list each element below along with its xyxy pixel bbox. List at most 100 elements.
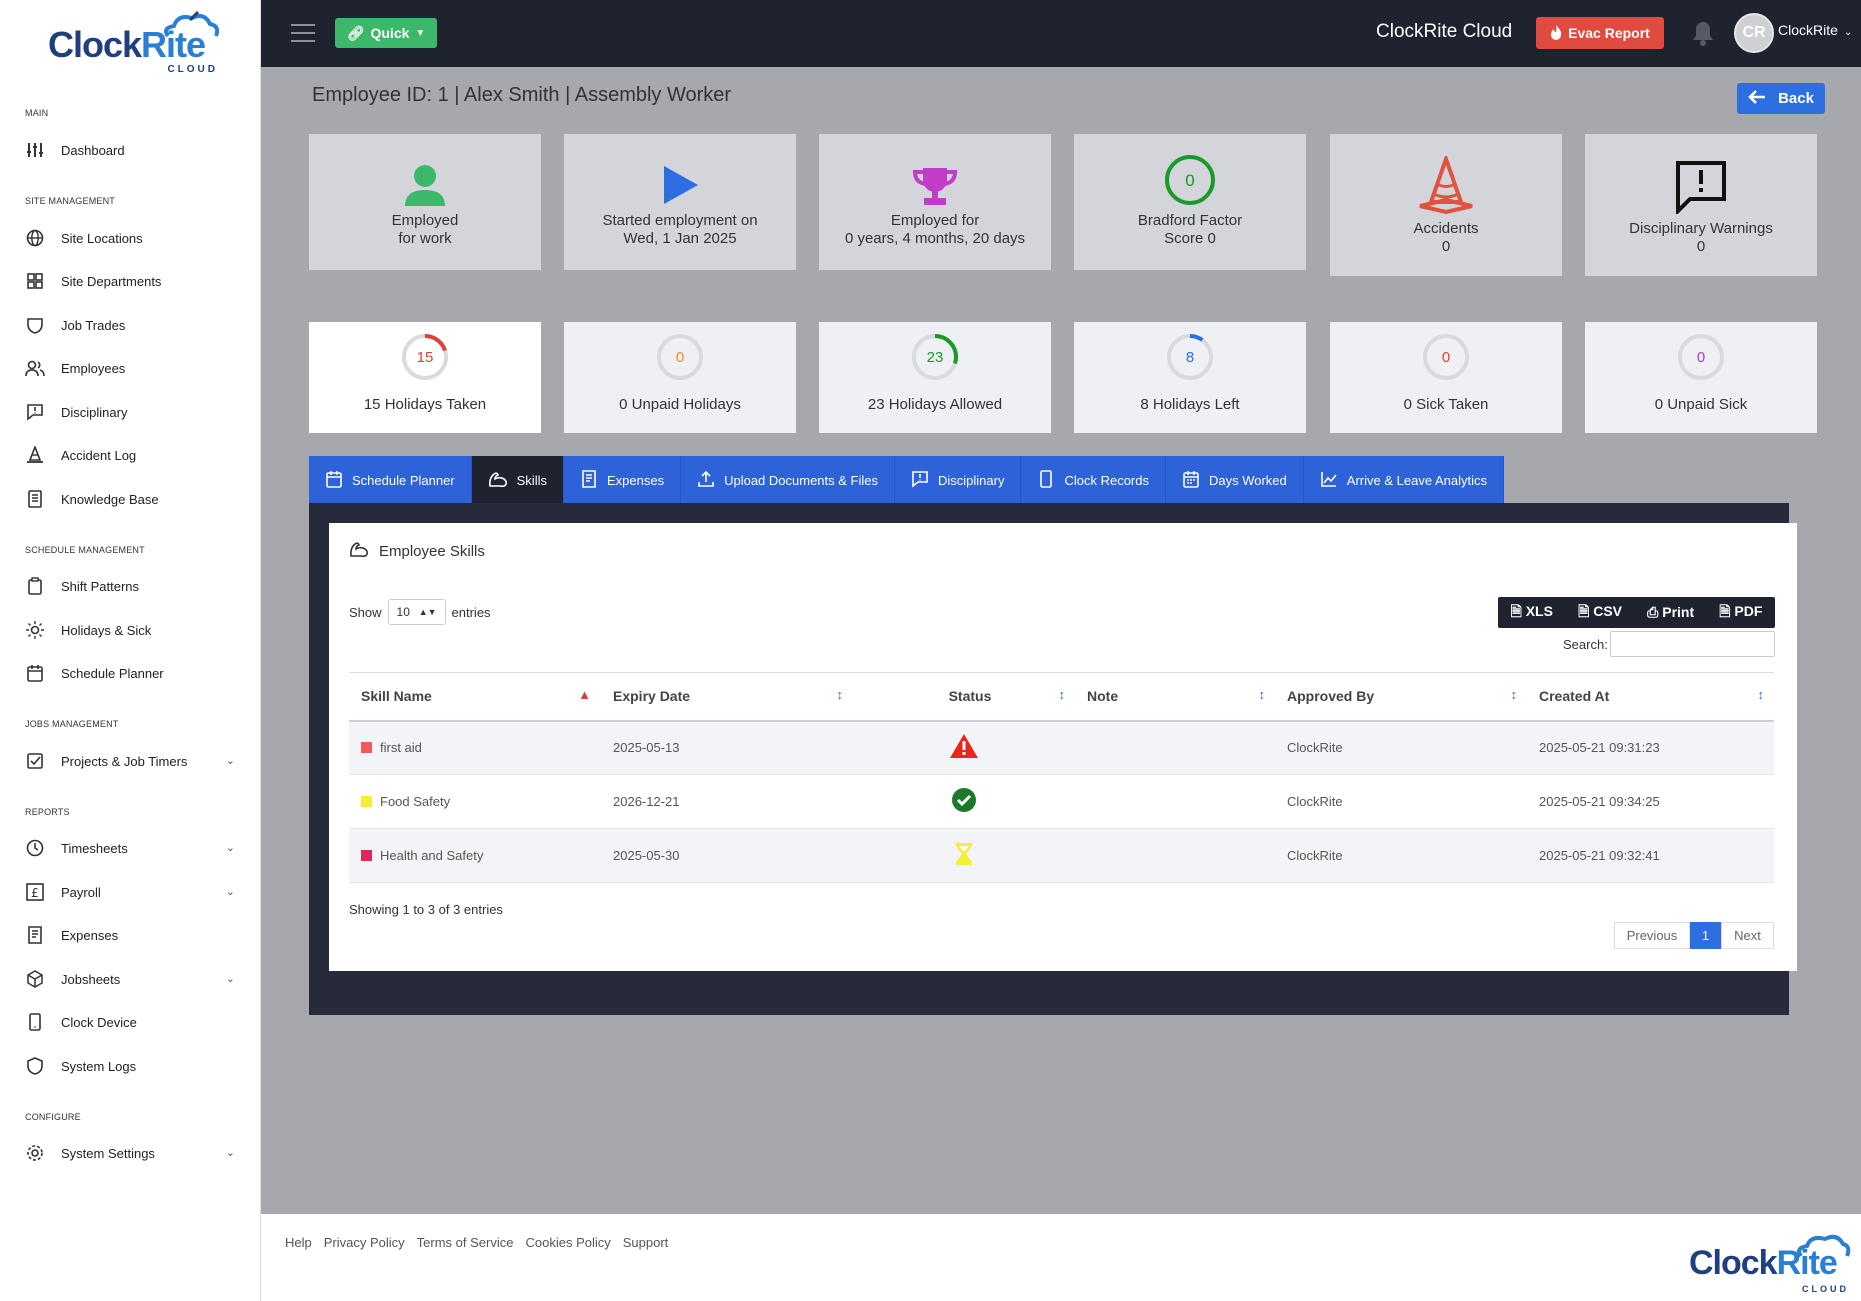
sidebar-item-jobsheets[interactable]: Jobsheets ⌄ bbox=[25, 964, 241, 994]
sort-icon: ↕ bbox=[836, 687, 844, 702]
sidebar-item-projects-job-timers[interactable]: Projects & Job Timers ⌄ bbox=[25, 746, 241, 776]
back-button[interactable]: Back bbox=[1737, 83, 1825, 114]
chevron-down-icon[interactable]: ⌄ bbox=[226, 972, 235, 985]
export-csv-button[interactable]: 🗎︎ CSV bbox=[1578, 601, 1622, 625]
evac-report-button[interactable]: Evac Report bbox=[1536, 17, 1664, 49]
table-row[interactable]: first aid 2025-05-13 ClockRite 2025-05-2… bbox=[349, 720, 1774, 775]
user-menu[interactable]: ClockRite ⌄ bbox=[1778, 22, 1852, 38]
sidebar-item-system-settings[interactable]: System Settings ⌄ bbox=[25, 1138, 241, 1168]
sidebar-item-expenses[interactable]: Expenses bbox=[25, 920, 241, 950]
section-main: MAIN bbox=[25, 108, 49, 118]
app-logo[interactable]: ClockRite CLOUD bbox=[48, 10, 220, 75]
menu-toggle-icon[interactable] bbox=[291, 24, 315, 48]
cone-icon bbox=[25, 445, 45, 465]
col-expiry-date[interactable]: Expiry Date ↕ bbox=[601, 672, 853, 722]
upload-icon bbox=[697, 470, 715, 491]
search-label: Search: bbox=[1563, 637, 1608, 652]
sidebar-item-payroll[interactable]: £ Payroll ⌄ bbox=[25, 877, 241, 907]
sidebar-item-site-departments[interactable]: Site Departments bbox=[25, 266, 241, 296]
sidebar-item-dashboard[interactable]: Dashboard bbox=[25, 135, 241, 165]
export-xls-button[interactable]: 🗎︎ XLS bbox=[1511, 601, 1553, 625]
warning-icon bbox=[949, 734, 979, 762]
table-row[interactable]: Food Safety 2026-12-21 ClockRite 2025-05… bbox=[349, 774, 1774, 829]
calendar-icon bbox=[325, 470, 343, 491]
skills-table: Skill Name ▲ Expiry Date ↕ Status ↕ Note ↕ A… bbox=[349, 672, 1774, 883]
sort-icon: ↕ bbox=[1510, 687, 1518, 702]
bell-icon[interactable] bbox=[1691, 20, 1715, 50]
chevron-down-icon[interactable]: ⌄ bbox=[226, 754, 235, 767]
chevron-down-icon: ▼ bbox=[415, 27, 426, 39]
skills-heading: Employee Skills bbox=[349, 540, 485, 562]
card-bradford-factor: 0 Bradford Factor Score 0 bbox=[1074, 134, 1306, 270]
progress-ring: 0 bbox=[1423, 334, 1469, 380]
footer-logo: ClockRite CLOUD bbox=[1689, 1232, 1851, 1294]
print-button[interactable]: ⎙ Print bbox=[1647, 604, 1694, 621]
sidebar-item-job-trades[interactable]: Job Trades bbox=[25, 310, 241, 340]
calendar-icon bbox=[1182, 470, 1200, 491]
footer-link-privacy[interactable]: Privacy Policy bbox=[324, 1235, 405, 1250]
sidebar-item-clock-device[interactable]: Clock Device bbox=[25, 1007, 241, 1037]
sidebar-item-holidays-sick[interactable]: Holidays & Sick bbox=[25, 615, 241, 645]
sidebar-item-employees[interactable]: Employees bbox=[25, 353, 241, 383]
chevron-down-icon: ⌄ bbox=[1843, 27, 1853, 38]
message-alert-icon bbox=[1675, 156, 1727, 214]
footer-link-cookies[interactable]: Cookies Policy bbox=[525, 1235, 610, 1250]
stat-card: 15 15 Holidays Taken bbox=[309, 322, 541, 433]
chevron-down-icon[interactable]: ⌄ bbox=[226, 1146, 235, 1159]
search-input[interactable] bbox=[1610, 631, 1775, 657]
col-approved-by[interactable]: Approved By ↕ bbox=[1275, 672, 1527, 722]
shield-icon bbox=[25, 1056, 45, 1076]
bicep-icon bbox=[349, 540, 369, 562]
tab-upload-documents[interactable]: Upload Documents & Files bbox=[681, 456, 895, 504]
col-note[interactable]: Note ↕ bbox=[1075, 672, 1275, 722]
clock-icon bbox=[25, 838, 45, 858]
sort-icon: ↕ bbox=[1757, 687, 1765, 702]
tab-skills[interactable]: Skills bbox=[471, 456, 564, 504]
next-button[interactable]: Next bbox=[1721, 922, 1774, 949]
score-ring: 0 bbox=[1164, 155, 1216, 206]
footer-link-terms[interactable]: Terms of Service bbox=[417, 1235, 514, 1250]
page-size-select[interactable]: 10 ▲▼ bbox=[387, 599, 446, 625]
tab-expenses[interactable]: Expenses bbox=[563, 456, 682, 504]
stat-label: 8 Holidays Left bbox=[1140, 396, 1240, 413]
col-skill-name[interactable]: Skill Name ▲ bbox=[349, 672, 601, 722]
sidebar-item-timesheets[interactable]: Timesheets ⌄ bbox=[25, 833, 241, 863]
quick-button[interactable]: 🔗︎ Quick ▼ bbox=[335, 18, 437, 48]
sun-icon bbox=[25, 620, 45, 640]
export-pdf-button[interactable]: 🗎︎ PDF bbox=[1719, 601, 1762, 625]
chart-line-icon bbox=[1320, 470, 1338, 491]
col-status[interactable]: Status ↕ bbox=[853, 672, 1075, 722]
page-1-button[interactable]: 1 bbox=[1690, 922, 1721, 949]
chevron-down-icon[interactable]: ⌄ bbox=[226, 841, 235, 854]
sidebar-item-schedule-planner[interactable]: Schedule Planner bbox=[25, 658, 241, 688]
card-accidents: Accidents 0 bbox=[1330, 134, 1562, 276]
sidebar-item-knowledge-base[interactable]: Knowledge Base bbox=[25, 484, 241, 514]
footer-link-help[interactable]: Help bbox=[285, 1235, 312, 1250]
previous-button[interactable]: Previous bbox=[1614, 922, 1690, 949]
sidebar-item-accident-log[interactable]: Accident Log bbox=[25, 440, 241, 470]
avatar[interactable]: CR bbox=[1734, 13, 1774, 53]
sidebar-item-system-logs[interactable]: System Logs bbox=[25, 1051, 241, 1081]
footer-link-support[interactable]: Support bbox=[623, 1235, 669, 1250]
svg-text:0: 0 bbox=[1697, 349, 1705, 366]
svg-text:8: 8 bbox=[1186, 349, 1194, 366]
chevron-down-icon[interactable]: ⌄ bbox=[226, 885, 235, 898]
sidebar-item-disciplinary[interactable]: Disciplinary bbox=[25, 397, 241, 427]
tab-schedule-planner[interactable]: Schedule Planner bbox=[309, 456, 472, 504]
pagination: Previous 1 Next bbox=[1614, 922, 1774, 949]
tab-arrive-leave-analytics[interactable]: Arrive & Leave Analytics bbox=[1303, 456, 1504, 504]
app-title: ClockRite Cloud bbox=[1376, 21, 1513, 42]
tab-disciplinary[interactable]: Disciplinary bbox=[894, 456, 1022, 504]
sidebar-item-site-locations[interactable]: Site Locations bbox=[25, 223, 241, 253]
stat-label: 15 Holidays Taken bbox=[363, 396, 487, 413]
receipt-icon bbox=[580, 469, 598, 491]
sidebar-item-shift-patterns[interactable]: Shift Patterns bbox=[25, 571, 241, 601]
checkbox-icon bbox=[25, 751, 45, 771]
tab-days-worked[interactable]: Days Worked bbox=[1165, 456, 1304, 504]
tab-clock-records[interactable]: Clock Records bbox=[1021, 456, 1166, 504]
col-created-at[interactable]: Created At ↕ bbox=[1527, 672, 1774, 722]
check-circle-icon bbox=[951, 788, 977, 816]
table-row[interactable]: Health and Safety 2025-05-30 ClockRite 2… bbox=[349, 828, 1774, 883]
export-buttons: 🗎︎ XLS 🗎︎ CSV ⎙ Print 🗎︎ PDF bbox=[1498, 597, 1775, 628]
card-disciplinary-warnings: Disciplinary Warnings 0 bbox=[1585, 134, 1817, 276]
